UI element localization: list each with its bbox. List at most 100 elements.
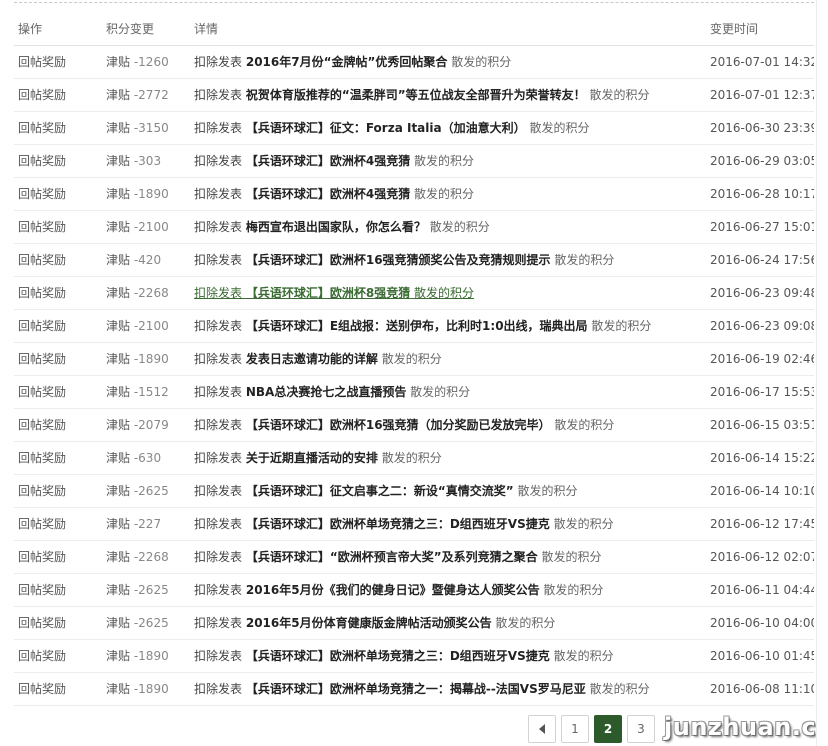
detail-suffix: 散发的积分 — [553, 517, 614, 531]
amount-value: -630 — [133, 451, 162, 465]
detail-suffix: 散发的积分 — [451, 55, 512, 69]
page-button-2-current[interactable]: 2 — [594, 715, 622, 743]
thread-link[interactable]: 2016年5月份体育健康版金牌帖活动颁奖公告 — [246, 616, 492, 630]
time-cell: 2016-06-10 04:00 — [706, 606, 814, 640]
header-change: 积分变更 — [102, 12, 190, 46]
detail-prefix: 扣除发表 — [194, 187, 243, 201]
currency-label: 津贴 — [106, 286, 131, 300]
amount-value: -2100 — [133, 220, 169, 234]
thread-link[interactable]: 【兵语环球汇】欧洲杯4强竞猜 — [246, 154, 410, 168]
time-cell: 2016-06-30 23:39 — [706, 111, 814, 145]
operation-cell: 回帖奖励 — [14, 507, 102, 541]
thread-link[interactable]: 【兵语环球汇】E组战报：送别伊布，比利时1:0出线，瑞典出局 — [246, 319, 588, 333]
detail-suffix: 散发的积分 — [381, 451, 442, 465]
detail-suffix: 散发的积分 — [381, 352, 442, 366]
change-cell: 津贴 -1890 — [102, 177, 190, 211]
pagination: 1 2 3 — [528, 715, 655, 743]
thread-link[interactable]: NBA总决赛抢七之战直播预告 — [246, 385, 406, 399]
detail-cell: 扣除发表 【兵语环球汇】欧洲杯单场竞猜之三：D组西班牙VS捷克 散发的积分 — [190, 639, 706, 673]
table-row: 回帖奖励 津贴 -227 扣除发表 【兵语环球汇】欧洲杯单场竞猜之三：D组西班牙VS… — [14, 507, 814, 541]
thread-link[interactable]: 关于近期直播活动的安排 — [246, 451, 378, 465]
detail-cell: 扣除发表 【兵语环球汇】征文启事之二：新设“真情交流奖” 散发的积分 — [190, 474, 706, 508]
change-cell: 津贴 -227 — [102, 507, 190, 541]
thread-link[interactable]: 祝贺体育版推荐的“温柔胖司”等五位战友全部晋升为荣誉转友！ — [246, 88, 586, 102]
table-row: 回帖奖励 津贴 -2100 扣除发表 梅西宣布退出国家队，你怎么看？ 散发的积分 20… — [14, 210, 814, 244]
table-row: 回帖奖励 津贴 -2268 扣除发表 【兵语环球汇】“欧洲杯预言帝大奖”及系列竞猜之… — [14, 540, 814, 574]
currency-label: 津贴 — [106, 517, 131, 531]
detail-suffix: 散发的积分 — [414, 154, 475, 168]
thread-link[interactable]: 发表日志邀请功能的详解 — [246, 352, 378, 366]
table-header-row: 操作 积分变更 详情 变更时间 — [14, 12, 814, 46]
time-cell: 2016-06-23 09:08 — [706, 309, 814, 343]
currency-label: 津贴 — [106, 187, 131, 201]
amount-value: -2625 — [133, 616, 169, 630]
time-cell: 2016-06-14 15:22 — [706, 441, 814, 475]
thread-link[interactable]: 梅西宣布退出国家队，你怎么看？ — [246, 220, 426, 234]
change-cell: 津贴 -1512 — [102, 375, 190, 409]
detail-prefix: 扣除发表 — [194, 418, 243, 432]
detail-suffix: 散发的积分 — [541, 550, 602, 564]
time-cell: 2016-06-23 09:48 — [706, 276, 814, 310]
table-row: 回帖奖励 津贴 -1890 扣除发表 发表日志邀请功能的详解 散发的积分 2016-0… — [14, 342, 814, 376]
amount-value: -1890 — [133, 187, 169, 201]
table-row: 回帖奖励 津贴 -3150 扣除发表 【兵语环球汇】征文：Forza Italia（… — [14, 111, 814, 145]
thread-link[interactable]: 【兵语环球汇】欧洲杯8强竞猜 — [246, 286, 410, 300]
change-cell: 津贴 -420 — [102, 243, 190, 277]
top-divider — [14, 2, 814, 3]
change-cell: 津贴 -2100 — [102, 210, 190, 244]
page-button-3[interactable]: 3 — [627, 715, 655, 743]
detail-prefix: 扣除发表 — [194, 682, 243, 696]
table-row: 回帖奖励 津贴 -303 扣除发表 【兵语环球汇】欧洲杯4强竞猜 散发的积分 2016… — [14, 144, 814, 178]
operation-cell: 回帖奖励 — [14, 111, 102, 145]
amount-value: -2268 — [133, 286, 169, 300]
change-cell: 津贴 -2772 — [102, 78, 190, 112]
detail-cell: 扣除发表 NBA总决赛抢七之战直播预告 散发的积分 — [190, 375, 706, 409]
thread-link[interactable]: 【兵语环球汇】欧洲杯16强竞猜颁奖公告及竞猜规则提示 — [246, 253, 551, 267]
time-cell: 2016-06-10 01:45 — [706, 639, 814, 673]
detail-cell: 扣除发表 【兵语环球汇】征文：Forza Italia（加油意大利） 散发的积分 — [190, 111, 706, 145]
detail-suffix: 散发的积分 — [429, 220, 490, 234]
prev-page-button[interactable] — [528, 715, 556, 743]
detail-suffix: 散发的积分 — [554, 418, 615, 432]
change-cell: 津贴 -2100 — [102, 309, 190, 343]
table-row: 回帖奖励 津贴 -1890 扣除发表 【兵语环球汇】欧洲杯单场竞猜之三：D组西班牙V… — [14, 639, 814, 673]
currency-label: 津贴 — [106, 682, 131, 696]
time-cell: 2016-06-27 15:01 — [706, 210, 814, 244]
detail-cell: 扣除发表 【兵语环球汇】欧洲杯4强竞猜 散发的积分 — [190, 177, 706, 211]
thread-link[interactable]: 【兵语环球汇】欧洲杯16强竞猜（加分奖励已发放完毕） — [246, 418, 551, 432]
thread-link[interactable]: 【兵语环球汇】征文：Forza Italia（加油意大利） — [246, 121, 526, 135]
currency-label: 津贴 — [106, 418, 131, 432]
page-button-1[interactable]: 1 — [561, 715, 589, 743]
thread-link[interactable]: 【兵语环球汇】欧洲杯4强竞猜 — [246, 187, 410, 201]
thread-link[interactable]: 【兵语环球汇】欧洲杯单场竞猜之三：D组西班牙VS捷克 — [246, 649, 550, 663]
change-cell: 津贴 -2268 — [102, 540, 190, 574]
currency-label: 津贴 — [106, 451, 131, 465]
thread-link[interactable]: 【兵语环球汇】“欧洲杯预言帝大奖”及系列竞猜之聚合 — [246, 550, 538, 564]
time-cell: 2016-06-24 17:56 — [706, 243, 814, 277]
thread-link[interactable]: 【兵语环球汇】征文启事之二：新设“真情交流奖” — [246, 484, 514, 498]
detail-suffix: 散发的积分 — [553, 649, 614, 663]
thread-link[interactable]: 【兵语环球汇】欧洲杯单场竞猜之三：D组西班牙VS捷克 — [246, 517, 550, 531]
change-cell: 津贴 -2268 — [102, 276, 190, 310]
change-cell: 津贴 -1890 — [102, 342, 190, 376]
detail-cell: 扣除发表 【兵语环球汇】E组战报：送别伊布，比利时1:0出线，瑞典出局 散发的积… — [190, 309, 706, 343]
detail-cell: 扣除发表 【兵语环球汇】欧洲杯4强竞猜 散发的积分 — [190, 144, 706, 178]
operation-cell: 回帖奖励 — [14, 177, 102, 211]
detail-suffix: 散发的积分 — [589, 88, 650, 102]
detail-prefix: 扣除发表 — [194, 352, 243, 366]
site-watermark: junzhuan.com — [664, 713, 828, 741]
detail-cell: 扣除发表 2016年5月份《我们的健身日记》暨健身达人颁奖公告 散发的积分 — [190, 573, 706, 607]
currency-label: 津贴 — [106, 121, 131, 135]
time-cell: 2016-06-28 10:17 — [706, 177, 814, 211]
time-cell: 2016-06-17 15:53 — [706, 375, 814, 409]
thread-link[interactable]: 2016年7月份“金牌帖”优秀回帖聚合 — [246, 55, 448, 69]
currency-label: 津贴 — [106, 352, 131, 366]
thread-link[interactable]: 2016年5月份《我们的健身日记》暨健身达人颁奖公告 — [246, 583, 540, 597]
table-row: 回帖奖励 津贴 -2268 扣除发表 【兵语环球汇】欧洲杯8强竞猜 散发的积分 201… — [14, 276, 814, 310]
change-cell: 津贴 -3150 — [102, 111, 190, 145]
thread-link[interactable]: 【兵语环球汇】欧洲杯单场竞猜之一：揭幕战--法国VS罗马尼亚 — [246, 682, 586, 696]
right-scroll-edge — [816, 0, 828, 746]
table-row: 回帖奖励 津贴 -630 扣除发表 关于近期直播活动的安排 散发的积分 2016-06… — [14, 441, 814, 475]
table-row: 回帖奖励 津贴 -2079 扣除发表 【兵语环球汇】欧洲杯16强竞猜（加分奖励已发放… — [14, 408, 814, 442]
amount-value: -2100 — [133, 319, 169, 333]
